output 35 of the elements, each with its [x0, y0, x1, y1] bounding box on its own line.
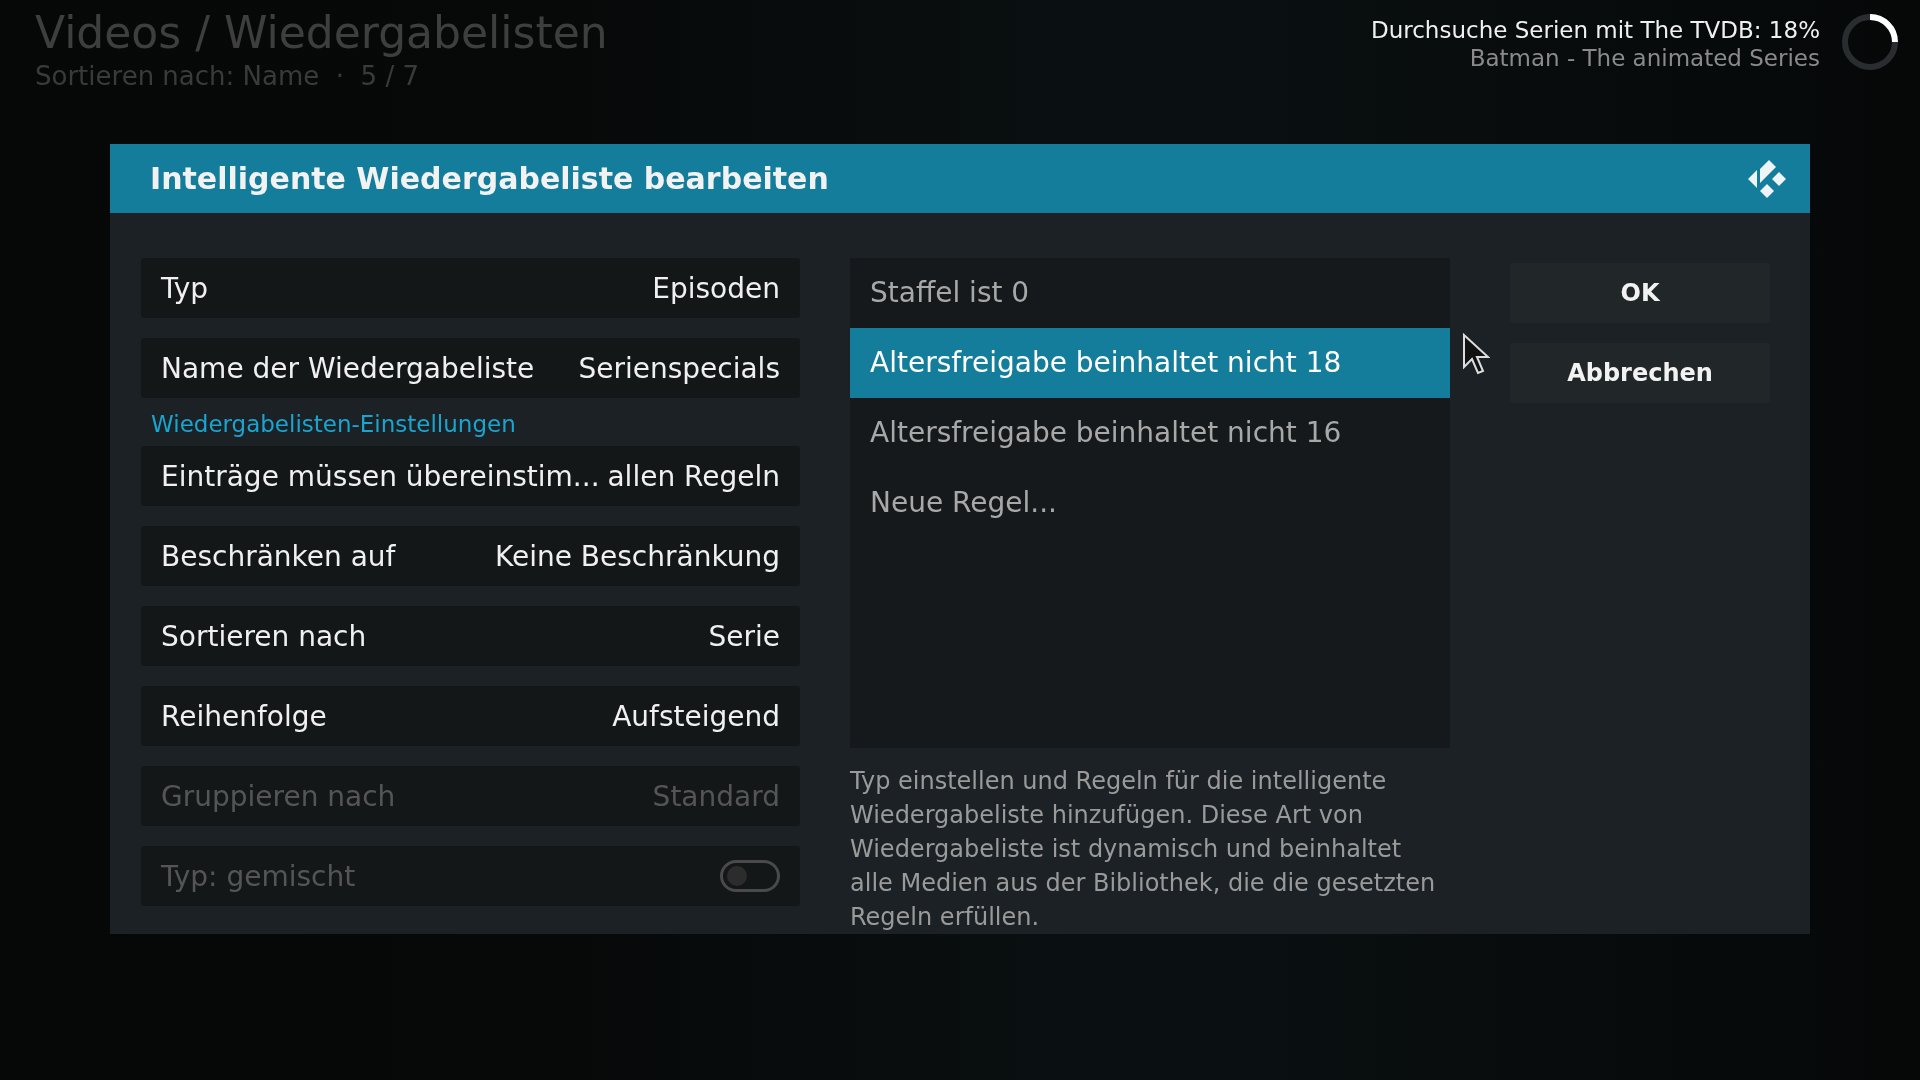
page-title: Videos / Wiedergabelisten	[35, 6, 608, 60]
setting-value: Aufsteigend	[612, 699, 780, 733]
setting-row[interactable]: Name der Wiedergabeliste Serienspecials	[141, 338, 800, 398]
setting-label: Reihenfolge	[161, 699, 327, 733]
setting-row[interactable]: Reihenfolge Aufsteigend	[141, 686, 800, 746]
ok-button[interactable]: OK	[1510, 263, 1770, 323]
setting-value: Keine Beschränkung	[494, 539, 780, 573]
rule-item[interactable]: Altersfreigabe beinhaltet nicht 18	[850, 328, 1450, 398]
setting-label: Typ	[161, 271, 209, 305]
setting-value: Episoden	[652, 271, 780, 305]
scan-status: Durchsuche Serien mit The TVDB: 18%	[1371, 16, 1820, 44]
setting-row[interactable]: Sortieren nach Serie	[141, 606, 800, 666]
cancel-button[interactable]: Abbrechen	[1510, 343, 1770, 403]
setting-label: Typ: gemischt	[161, 859, 356, 893]
setting-value: allen Regeln	[607, 459, 780, 493]
setting-label: Name der Wiedergabeliste	[161, 351, 535, 385]
dialog-title: Intelligente Wiedergabeliste bearbeiten	[150, 161, 829, 196]
setting-value: Serie	[708, 619, 780, 653]
setting-label: Gruppieren nach	[161, 779, 396, 813]
setting-row[interactable]: Einträge müssen übereinstim... allen Regeln	[141, 446, 800, 506]
setting-row[interactable]: Beschränken auf Keine Beschränkung	[141, 526, 800, 586]
rule-item[interactable]: Altersfreigabe beinhaltet nicht 16	[850, 398, 1450, 468]
description-text: Typ einstellen und Regeln für die intelligente Wiedergabeliste hinzufügen. Diese Art von Wiedergabeliste ist dynamisch und beinhaltet alle Medien aus der Bibliothek, die die gesetzten Regeln erfüllen.	[850, 766, 1437, 933]
setting-row[interactable]: Typ Episoden	[141, 258, 800, 318]
mouse-pointer-icon	[1462, 333, 1490, 375]
setting-value: Standard	[652, 779, 780, 813]
rule-item[interactable]: Staffel ist 0	[850, 258, 1450, 328]
scan-item: Batman - The animated Series	[1468, 44, 1820, 72]
setting-label: Beschränken auf	[161, 539, 396, 573]
section-heading: Wiedergabelisten-Einstellungen	[151, 410, 517, 439]
setting-value: Serienspecials	[578, 351, 780, 385]
setting-label: Sortieren nach	[161, 619, 367, 653]
progress-ring-icon	[1840, 12, 1900, 72]
setting-label: Einträge müssen übereinstim...	[161, 459, 600, 493]
rule-item[interactable]: Neue Regel...	[850, 468, 1450, 538]
